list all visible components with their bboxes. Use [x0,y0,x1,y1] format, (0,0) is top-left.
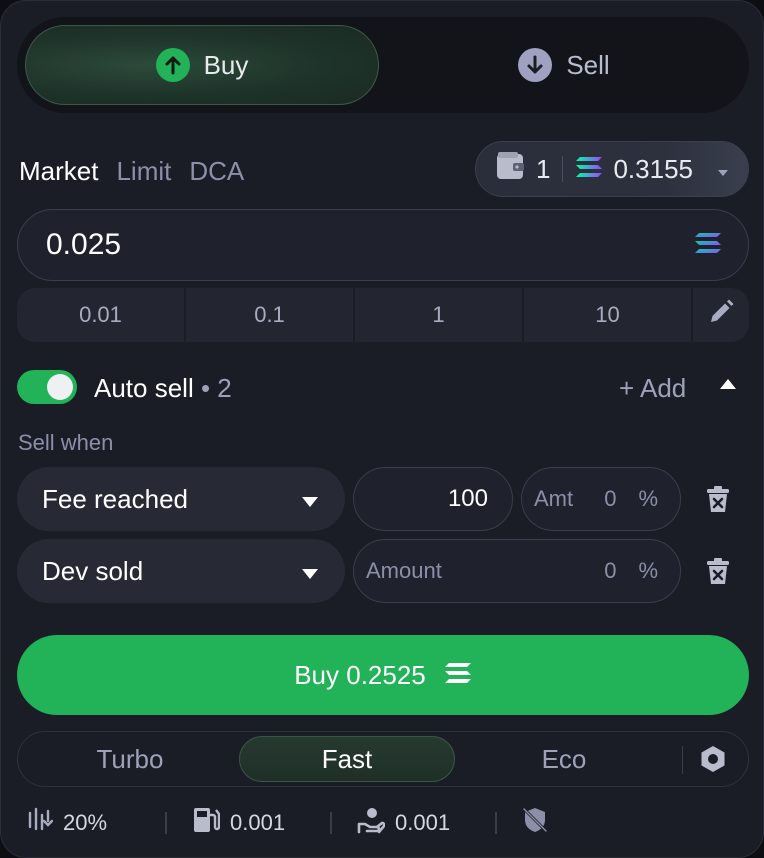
wallet-selector[interactable]: 1 0.3155 [475,141,749,197]
chevron-down-icon [301,556,319,587]
condition-type-select[interactable]: Dev sold [17,539,345,603]
priority-fee-value: 0.001 [395,810,451,835]
wallet-icon [496,151,526,188]
condition-value-input[interactable]: 100 [353,467,513,531]
gas-value: 0.001 [230,810,286,835]
preset-button[interactable]: 0.1 [186,288,355,342]
trash-icon[interactable] [706,485,730,518]
tip-hand-icon [357,806,386,840]
buy-tab-label: Buy [203,49,249,80]
arrow-up-icon [155,48,190,82]
wallet-balance: 0.3155 [613,153,693,184]
tab-market[interactable]: Market [19,156,98,187]
divider [495,812,497,834]
auto-sell-title: Auto sell [94,373,194,403]
amount-presets: 0.01 0.1 1 10 [17,288,749,342]
condition-type-select[interactable]: Fee reached [17,467,345,531]
settings-hex-icon[interactable] [698,744,728,779]
divider [165,812,167,834]
priority-fee-stat[interactable]: 0.001 [357,807,450,839]
arrow-down-icon [518,48,553,82]
sell-when-label: Sell when [18,430,114,455]
shield-off-icon [521,806,549,840]
amount-field[interactable] [17,209,749,281]
preset-button[interactable]: 10 [524,288,693,342]
buy-tab[interactable]: Buy [25,25,379,105]
percent-unit: % [638,558,658,583]
slippage-value: 20% [63,810,108,835]
amount-input[interactable] [46,228,694,262]
order-type-tabs: Market Limit DCA [19,156,244,187]
condition-type-value: Fee reached [42,483,188,514]
trade-panel: Buy Sell Market Limit DCA 1 0.3155 0.025… [0,0,764,858]
gas-pump-icon [192,806,221,840]
mev-protect-toggle[interactable] [521,807,549,839]
amt-value: 0 [604,486,617,511]
slippage-stat[interactable]: 20% [27,807,107,839]
preset-button[interactable]: 1 [355,288,524,342]
pencil-icon [707,298,735,332]
auto-sell-toggle[interactable] [17,370,77,404]
sell-amount-input[interactable]: Amount 0 % [353,539,681,603]
tab-fast[interactable]: Fast [239,736,455,782]
tab-dca[interactable]: DCA [189,156,244,187]
preset-button[interactable]: 0.01 [17,288,186,342]
auto-sell-count: • 2 [200,373,232,403]
sell-tab[interactable]: Sell [387,25,741,105]
buy-button-label: Buy 0.2525 [294,659,426,690]
tab-eco[interactable]: Eco [456,736,672,782]
slippage-icon [27,807,54,839]
divider [330,812,332,834]
tab-limit[interactable]: Limit [116,156,171,187]
toggle-knob [47,374,73,400]
condition-type-value: Dev sold [42,555,144,586]
auto-sell-label: Auto sell • 2 [94,373,232,404]
amt-label: Amt [534,486,574,511]
divider [682,746,683,774]
wallet-count: 1 [536,153,551,184]
amt-value: 0 [604,558,617,583]
trash-icon[interactable] [706,557,730,590]
sell-tab-label: Sell [566,49,610,80]
solana-icon [575,154,603,185]
condition-value: 100 [447,485,488,512]
sell-amount-input[interactable]: Amt 0 % [521,467,681,531]
divider [562,156,564,182]
amount-placeholder: Amount [366,558,442,583]
percent-unit: % [638,486,658,511]
add-condition-button[interactable]: + Add [619,373,686,404]
edit-presets-button[interactable] [693,288,749,342]
chevron-up-icon[interactable] [719,377,737,396]
buy-button[interactable]: Buy 0.2525 [17,635,749,715]
solana-icon [694,232,722,259]
chevron-down-icon [716,154,730,185]
speed-selector: Turbo Fast Eco [17,731,749,787]
chevron-down-icon [301,484,319,515]
gas-stat[interactable]: 0.001 [192,807,285,839]
tab-turbo[interactable]: Turbo [22,736,238,782]
side-toggle: Buy Sell [17,17,749,113]
solana-icon [444,660,472,691]
